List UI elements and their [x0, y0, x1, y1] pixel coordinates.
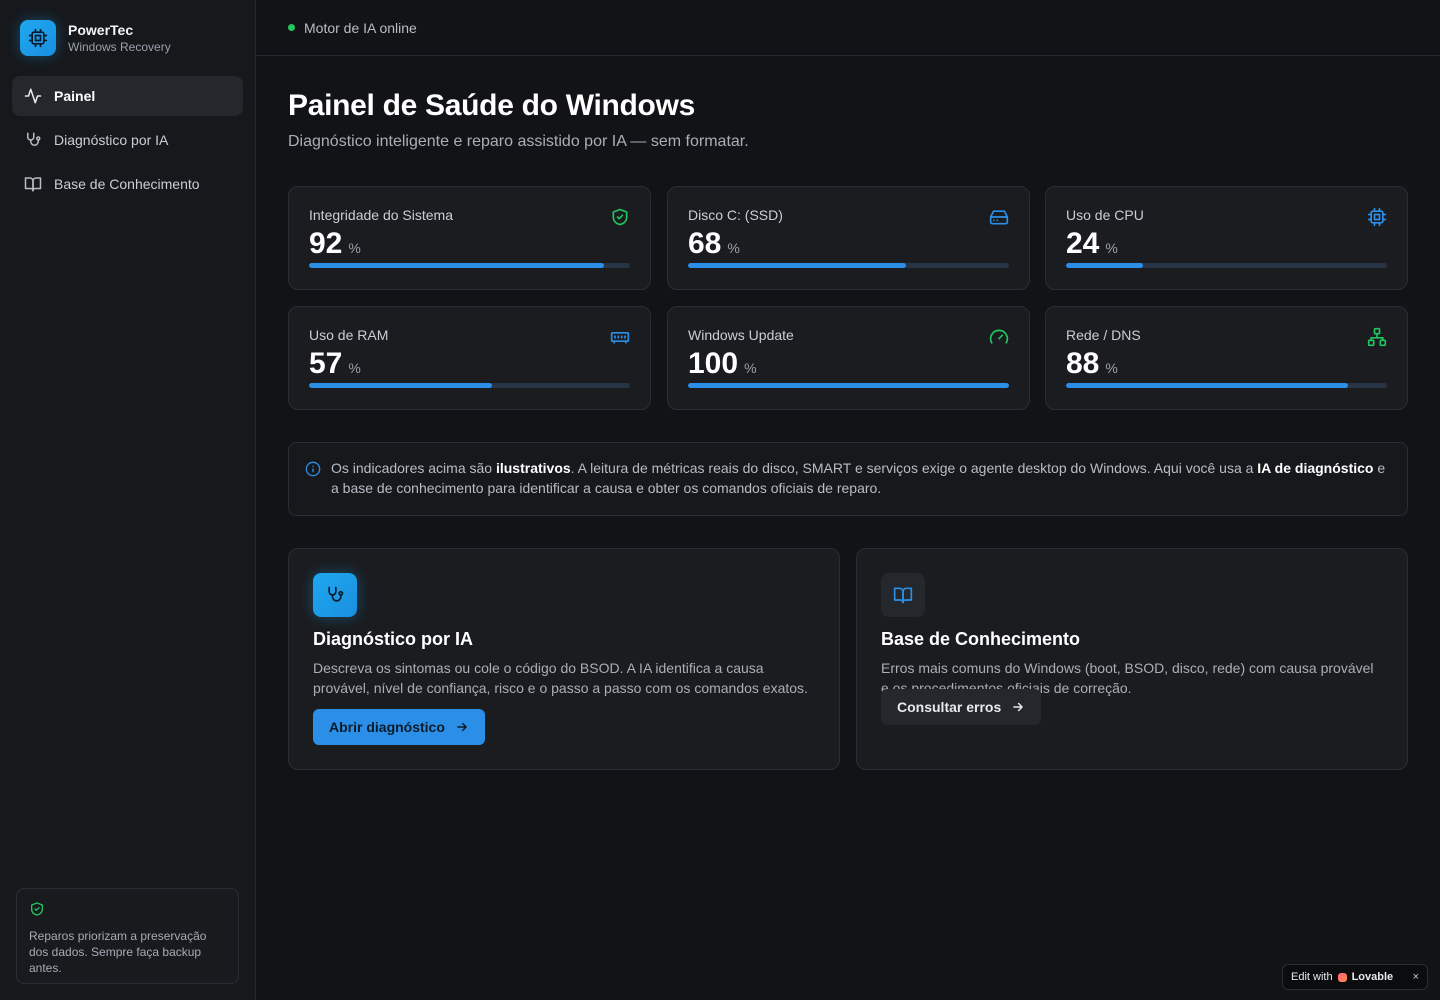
info-banner: Os indicadores acima são ilustrativos. A… — [288, 442, 1408, 516]
edit-with-lovable-badge[interactable]: Edit with Lovable × — [1282, 964, 1428, 990]
info-icon — [305, 461, 321, 477]
activity-icon — [24, 88, 42, 104]
sidebar-item-label: Painel — [54, 88, 96, 104]
card-title: Diagnóstico por IA — [313, 629, 474, 649]
hard-drive-icon — [989, 210, 1009, 225]
metric-card-windows-update: Windows Update 100% — [667, 306, 1030, 410]
button-label: Abrir diagnóstico — [329, 719, 445, 735]
metric-card-cpu: Uso de CPU 24% — [1045, 186, 1408, 290]
card-base-conhecimento: Base de Conhecimento Erros mais comuns d… — [856, 548, 1408, 770]
badge-brand: Lovable — [1351, 971, 1394, 983]
shield-check-icon — [31, 902, 43, 916]
page-title: Painel de Saúde do Windows — [288, 89, 695, 122]
gauge-icon — [989, 329, 1009, 344]
button-label: Consultar erros — [897, 699, 1002, 715]
lovable-logo-icon — [1337, 972, 1347, 982]
progress-bar — [1066, 383, 1387, 388]
book-open-icon — [881, 573, 925, 617]
sidebar-item-label: Diagnóstico por IA — [54, 132, 169, 148]
badge-prefix: Edit with — [1291, 971, 1333, 983]
sidebar-item-label: Base de Conhecimento — [54, 176, 200, 192]
metric-label: Windows Update — [688, 327, 794, 343]
cpu-logo-icon — [20, 20, 56, 56]
metric-label: Uso de CPU — [1066, 207, 1144, 223]
backup-note-text: Reparos priorizam a preservação dos dado… — [29, 929, 207, 975]
sidebar-item-diagnostico[interactable]: Diagnóstico por IA — [12, 120, 243, 160]
metric-label: Rede / DNS — [1066, 327, 1141, 343]
metric-label: Disco C: (SSD) — [688, 207, 783, 223]
arrow-right-icon — [1013, 702, 1024, 712]
stethoscope-icon — [27, 132, 41, 146]
metric-value: 57% — [309, 347, 361, 380]
progress-fill — [1066, 263, 1144, 268]
sidebar-nav: Painel Diagnóstico por IA Base de Conhec… — [12, 76, 243, 208]
progress-fill — [309, 263, 605, 268]
status-dot — [288, 24, 295, 31]
metric-card-rede: Rede / DNS 88% — [1045, 306, 1408, 410]
card-title: Base de Conhecimento — [881, 629, 1081, 649]
stethoscope-icon — [313, 573, 357, 617]
progress-bar — [1066, 263, 1387, 268]
backup-note: Reparos priorizam a preservação dos dado… — [16, 888, 239, 984]
progress-bar — [309, 263, 630, 268]
sidebar-item-painel[interactable]: Painel — [12, 76, 243, 116]
metric-value: 100% — [688, 347, 757, 380]
brand-subtitle: Windows Recovery — [68, 40, 171, 54]
metric-card-ram: Uso de RAM 57% — [288, 306, 651, 410]
ai-engine-status: Motor de IA online — [304, 19, 417, 36]
card-description: Descreva os sintomas ou cole o código do… — [313, 660, 808, 696]
open-diagnostic-button[interactable]: Abrir diagnóstico — [313, 709, 485, 745]
cpu-icon — [1367, 207, 1387, 227]
info-emphasis: IA de diagnóstico — [1257, 460, 1374, 476]
progress-bar — [688, 383, 1009, 388]
close-icon[interactable]: × — [1413, 971, 1419, 983]
progress-bar — [688, 263, 1009, 268]
metric-value: 88% — [1066, 347, 1118, 380]
metric-label: Integridade do Sistema — [309, 207, 453, 223]
sidebar: PowerTec Windows Recovery Painel Diagnós… — [0, 0, 256, 1000]
progress-fill — [688, 383, 1009, 388]
card-diagnostico: Diagnóstico por IA Descreva os sintomas … — [288, 548, 840, 770]
page-subtitle: Diagnóstico inteligente e reparo assisti… — [288, 133, 749, 150]
metric-card-integridade: Integridade do Sistema 92% — [288, 186, 651, 290]
progress-fill — [309, 383, 492, 388]
progress-fill — [688, 263, 907, 268]
progress-bar — [309, 383, 630, 388]
brand[interactable]: PowerTec Windows Recovery — [20, 20, 171, 56]
memory-stick-icon — [610, 332, 630, 344]
network-icon — [1367, 327, 1387, 347]
book-open-icon — [24, 177, 42, 192]
consult-errors-button[interactable]: Consultar erros — [881, 689, 1042, 725]
sidebar-item-base-conhecimento[interactable]: Base de Conhecimento — [12, 164, 243, 204]
metric-value: 68% — [688, 227, 740, 260]
topbar: Motor de IA online — [256, 0, 1440, 56]
progress-fill — [1066, 383, 1349, 388]
metric-value: 92% — [309, 227, 361, 260]
info-emphasis: ilustrativos — [495, 460, 571, 476]
info-text: Os indicadores acima são — [331, 460, 496, 476]
metric-value: 24% — [1066, 227, 1118, 260]
brand-name: PowerTec — [68, 22, 134, 38]
arrow-right-icon — [457, 722, 467, 732]
metric-card-disco: Disco C: (SSD) 68% — [667, 186, 1030, 290]
info-text: . A leitura de métricas reais do disco, … — [570, 460, 1258, 476]
metric-label: Uso de RAM — [309, 327, 389, 343]
shield-check-icon — [612, 208, 628, 226]
